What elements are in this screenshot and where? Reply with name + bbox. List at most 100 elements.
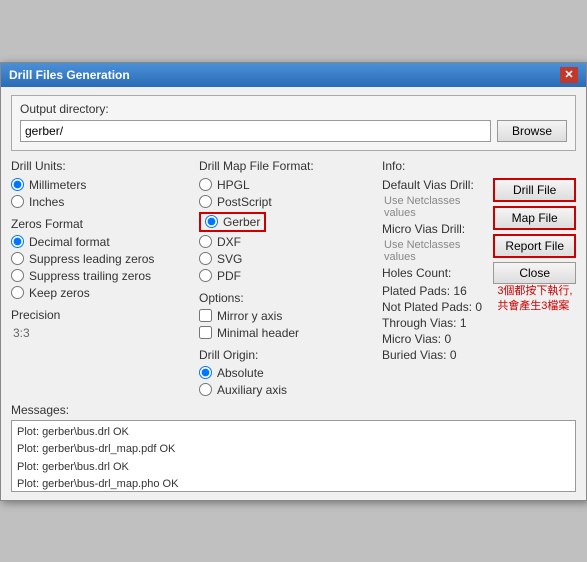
radio-suppress-trailing-label: Suppress trailing zeros [29,269,151,283]
annotation-text: 3個都按下執行, 共會產生3檔案 [497,284,576,315]
radio-suppress-leading[interactable]: Suppress leading zeros [11,252,191,266]
buttons-annotation: Drill File Map File Report File Close 3個… [493,178,576,364]
drill-origin-group: Absolute Auxiliary axis [199,366,374,397]
default-vias-sub: Use Netclasses values [384,195,487,219]
radio-postscript-input[interactable] [199,195,212,208]
radio-auxiliary-label: Auxiliary axis [217,383,287,397]
radio-gerber-input[interactable] [205,215,218,228]
radio-absolute-input[interactable] [199,366,212,379]
radio-suppress-trailing[interactable]: Suppress trailing zeros [11,269,191,283]
radio-suppress-leading-label: Suppress leading zeros [29,252,154,266]
checkbox-mirror-y-input[interactable] [199,309,212,322]
map-file-button[interactable]: Map File [493,206,576,230]
output-label: Output directory: [20,102,567,116]
micro-vias-count-label: Micro Vias: [382,332,444,346]
radio-absolute[interactable]: Absolute [199,366,374,380]
right-top: Default Vias Drill: Use Netclasses value… [382,178,576,364]
radio-inch-label: Inches [29,195,64,209]
checkbox-minimal-header-input[interactable] [199,326,212,339]
checkbox-mirror-y[interactable]: Mirror y axis [199,309,374,323]
zeros-format-label: Zeros Format [11,217,191,231]
buried-vias-row: Buried Vias: 0 [382,348,487,362]
radio-suppress-trailing-input[interactable] [11,269,24,282]
checkbox-mirror-y-label: Mirror y axis [217,309,282,323]
radio-mm[interactable]: Millimeters [11,178,191,192]
main-grid: Drill Units: Millimeters Inches Zeros Fo… [11,159,576,397]
precision-section: Precision 3:3 [11,308,191,340]
action-buttons: Drill File Map File Report File Close [493,178,576,284]
drill-map-group: HPGL PostScript Gerber DXF [199,178,374,283]
message-line: Plot: gerber\bus.drl OK [17,459,570,477]
not-plated-value: 0 [475,300,482,314]
radio-dxf-label: DXF [217,235,241,249]
plated-pads-label: Plated Pads: [382,284,453,298]
mid-column: Drill Map File Format: HPGL PostScript G… [199,159,374,397]
radio-decimal-label: Decimal format [29,235,110,249]
drill-origin-label: Drill Origin: [199,348,374,362]
checkbox-minimal-header-label: Minimal header [217,326,299,340]
radio-dxf[interactable]: DXF [199,235,374,249]
right-column: Info: Default Vias Drill: Use Netclasses… [382,159,576,397]
radio-mm-label: Millimeters [29,178,86,192]
drill-origin-section: Drill Origin: Absolute Auxiliary axis [199,348,374,397]
output-input[interactable] [20,120,491,142]
through-vias-value: 1 [460,316,467,330]
buried-vias-value: 0 [450,348,457,362]
plated-pads-value: 16 [453,284,466,298]
radio-auxiliary-input[interactable] [199,383,212,396]
radio-pdf-label: PDF [217,269,241,283]
drill-file-button[interactable]: Drill File [493,178,576,202]
radio-decimal-input[interactable] [11,235,24,248]
radio-decimal[interactable]: Decimal format [11,235,191,249]
radio-auxiliary[interactable]: Auxiliary axis [199,383,374,397]
window-title: Drill Files Generation [9,68,130,82]
radio-pdf-input[interactable] [199,269,212,282]
message-line: Plot: gerber\bus.drl OK [17,424,570,442]
radio-hpgl-input[interactable] [199,178,212,191]
title-bar: Drill Files Generation ✕ [1,63,586,87]
radio-svg-input[interactable] [199,252,212,265]
radio-suppress-leading-input[interactable] [11,252,24,265]
radio-pdf[interactable]: PDF [199,269,374,283]
report-file-button[interactable]: Report File [493,234,576,258]
zeros-format-group: Decimal format Suppress leading zeros Su… [11,235,191,300]
through-vias-row: Through Vias: 1 [382,316,487,330]
radio-mm-input[interactable] [11,178,24,191]
radio-hpgl[interactable]: HPGL [199,178,374,192]
default-vias-row: Default Vias Drill: [382,178,487,192]
gerber-radio-wrapper: Gerber [199,212,266,232]
precision-value: 3:3 [13,326,191,340]
radio-svg[interactable]: SVG [199,252,374,266]
micro-vias-label: Micro Vias Drill: [382,222,465,236]
message-line: Plot: gerber\bus-drl_map.pdf OK [17,441,570,459]
plated-pads-row: Plated Pads: 16 [382,284,487,298]
close-button[interactable]: Close [493,262,576,284]
radio-gerber-label: Gerber [223,215,260,229]
radio-gerber[interactable]: Gerber [199,212,374,232]
radio-absolute-label: Absolute [217,366,264,380]
micro-vias-row: Micro Vias Drill: [382,222,487,236]
radio-dxf-input[interactable] [199,235,212,248]
radio-keep-zeros-input[interactable] [11,286,24,299]
through-vias-label: Through Vias: [382,316,460,330]
browse-button[interactable]: Browse [497,120,567,142]
default-vias-label: Default Vias Drill: [382,178,474,192]
radio-postscript[interactable]: PostScript [199,195,374,209]
left-column: Drill Units: Millimeters Inches Zeros Fo… [11,159,191,397]
radio-postscript-label: PostScript [217,195,272,209]
close-window-button[interactable]: ✕ [560,67,578,83]
messages-box[interactable]: Plot: gerber\bus.drl OKPlot: gerber\bus-… [11,420,576,492]
micro-vias-sub: Use Netclasses values [384,239,487,263]
drill-units-group: Millimeters Inches [11,178,191,209]
radio-inch-input[interactable] [11,195,24,208]
radio-keep-zeros-label: Keep zeros [29,286,90,300]
radio-svg-label: SVG [217,252,242,266]
options-label: Options: [199,291,374,305]
precision-label: Precision [11,308,191,322]
radio-keep-zeros[interactable]: Keep zeros [11,286,191,300]
buried-vias-label: Buried Vias: [382,348,450,362]
output-section: Output directory: Browse [11,95,576,151]
checkbox-minimal-header[interactable]: Minimal header [199,326,374,340]
right-info: Default Vias Drill: Use Netclasses value… [382,178,487,364]
radio-inch[interactable]: Inches [11,195,191,209]
